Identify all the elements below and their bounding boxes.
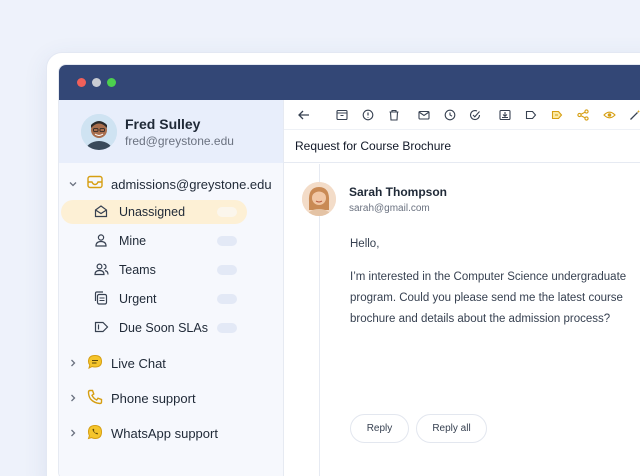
chevron-right-icon[interactable] bbox=[67, 392, 79, 404]
title-bar bbox=[59, 65, 640, 100]
label-tag-icon[interactable] bbox=[523, 107, 539, 123]
inbox-address: admissions@greystone.edu bbox=[111, 176, 272, 192]
sender-avatar bbox=[302, 182, 336, 216]
avatar bbox=[81, 113, 117, 150]
chat-bubble-icon bbox=[87, 354, 103, 373]
sender-name: Sarah Thompson bbox=[349, 184, 448, 199]
sidebar-item-unassigned[interactable]: Unassigned bbox=[61, 200, 247, 224]
sidebar-item-urgent[interactable]: Urgent bbox=[61, 287, 247, 311]
inbox-header[interactable]: admissions@greystone.edu bbox=[59, 173, 283, 195]
whatsapp-icon bbox=[87, 424, 103, 443]
sidebar-item-label: Mine bbox=[119, 234, 147, 248]
chevron-right-icon[interactable] bbox=[67, 427, 79, 439]
sidebar-item-label: Teams bbox=[119, 263, 156, 277]
sidebar-item-label: Urgent bbox=[119, 292, 157, 306]
user-profile[interactable]: Fred Sulley fred@greystone.edu bbox=[59, 100, 283, 163]
sender-email: sarah@gmail.com bbox=[349, 202, 430, 214]
message-subject: Request for Course Brochure bbox=[284, 130, 640, 163]
sidebar-group-live-chat[interactable]: Live Chat bbox=[59, 351, 283, 375]
close-window-button[interactable] bbox=[77, 78, 86, 87]
group-label: Phone support bbox=[111, 390, 196, 406]
alert-circle-icon[interactable] bbox=[360, 107, 376, 123]
message-pane: Request for Course Brochure Sarah Thomps… bbox=[284, 100, 640, 476]
sidebar-item-mine[interactable]: Mine bbox=[61, 229, 247, 253]
profile-email: fred@greystone.edu bbox=[125, 133, 234, 148]
count-badge bbox=[217, 236, 237, 246]
archive-icon[interactable] bbox=[334, 107, 350, 123]
message-greeting: Hello, bbox=[350, 238, 380, 250]
mail-icon[interactable] bbox=[416, 107, 432, 123]
back-arrow-icon[interactable] bbox=[296, 107, 312, 123]
profile-name: Fred Sulley bbox=[125, 115, 201, 132]
chevron-down-icon[interactable] bbox=[67, 178, 79, 190]
phone-icon bbox=[87, 389, 103, 408]
tag-icon bbox=[94, 320, 109, 337]
trash-icon[interactable] bbox=[386, 107, 402, 123]
eye-icon[interactable] bbox=[601, 107, 617, 123]
chevron-right-icon[interactable] bbox=[67, 357, 79, 369]
download-tray-icon[interactable] bbox=[497, 107, 513, 123]
share-icon[interactable] bbox=[575, 107, 591, 123]
app-window: Fred Sulley fred@greystone.edu admission… bbox=[46, 52, 640, 476]
sidebar-group-phone-support[interactable]: Phone support bbox=[59, 386, 283, 410]
message-toolbar bbox=[284, 100, 640, 130]
count-badge bbox=[217, 294, 237, 304]
count-badge bbox=[217, 207, 237, 217]
sidebar-group-whatsapp-support[interactable]: WhatsApp support bbox=[59, 421, 283, 445]
inbox-tray-icon bbox=[87, 175, 103, 194]
check-circle-icon[interactable] bbox=[468, 107, 484, 123]
count-badge bbox=[217, 265, 237, 275]
reply-all-button[interactable]: Reply all bbox=[416, 414, 487, 443]
sidebar: Fred Sulley fred@greystone.edu admission… bbox=[59, 100, 284, 476]
magic-wand-icon[interactable] bbox=[627, 107, 640, 123]
clock-icon[interactable] bbox=[442, 107, 458, 123]
sender-info: Sarah Thompson sarah@gmail.com bbox=[302, 182, 447, 216]
copy-icon bbox=[94, 290, 108, 308]
user-icon bbox=[94, 233, 108, 250]
maximize-window-button[interactable] bbox=[107, 78, 116, 87]
message-body: Hello, I’m interested in the Computer Sc… bbox=[350, 234, 640, 342]
reply-actions: Reply Reply all bbox=[350, 414, 487, 443]
group-label: WhatsApp support bbox=[111, 425, 218, 441]
envelope-open-icon bbox=[94, 204, 108, 221]
sidebar-item-label: Unassigned bbox=[119, 205, 186, 219]
count-badge bbox=[217, 323, 237, 333]
reply-button[interactable]: Reply bbox=[350, 414, 409, 443]
sidebar-item-teams[interactable]: Teams bbox=[61, 258, 247, 282]
group-label: Live Chat bbox=[111, 355, 166, 371]
priority-tag-icon[interactable] bbox=[549, 107, 565, 123]
message-paragraph: I’m interested in the Computer Science u… bbox=[350, 271, 627, 325]
users-icon bbox=[94, 262, 109, 279]
app-frame: Fred Sulley fred@greystone.edu admission… bbox=[58, 64, 640, 476]
minimize-window-button[interactable] bbox=[92, 78, 101, 87]
sidebar-item-label: Due Soon SLAs bbox=[119, 321, 208, 335]
sidebar-item-due-soon-slas[interactable]: Due Soon SLAs bbox=[61, 316, 247, 340]
message-content: Sarah Thompson sarah@gmail.com Hello, I’… bbox=[302, 164, 640, 476]
